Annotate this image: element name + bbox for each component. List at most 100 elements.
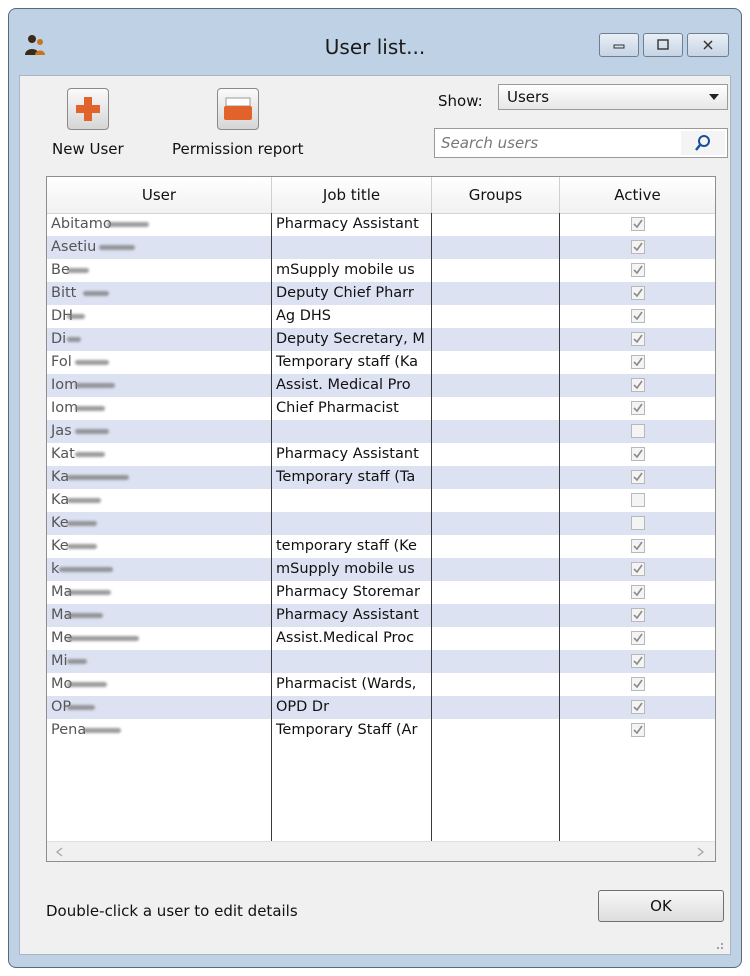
maximize-button[interactable]: [643, 33, 683, 57]
redacted-name-blur: [67, 682, 107, 687]
user-cell: Kat: [47, 443, 271, 466]
user-cell: Ke: [47, 512, 271, 535]
active-checkbox[interactable]: [631, 700, 645, 714]
groups-cell: [432, 489, 559, 512]
active-checkbox[interactable]: [631, 677, 645, 691]
user-cell: Be: [47, 259, 271, 282]
table-row[interactable]: Ke: [47, 512, 715, 535]
table-row[interactable]: Iom Chief Pharmacist: [47, 397, 715, 420]
table-row[interactable]: Pena Temporary Staff (Ar: [47, 719, 715, 742]
active-checkbox[interactable]: [631, 585, 645, 599]
new-user-button[interactable]: New User: [52, 88, 124, 158]
job-title-cell: mSupply mobile us: [276, 561, 415, 577]
user-cell: Iom: [47, 374, 271, 397]
job-title-cell: Ag DHS: [276, 308, 332, 324]
table-row[interactable]: OP OPD Dr: [47, 696, 715, 719]
search-input[interactable]: [435, 129, 687, 157]
search-button[interactable]: [681, 131, 725, 155]
active-checkbox[interactable]: [631, 631, 645, 645]
column-header-job-title[interactable]: Job title: [272, 177, 432, 213]
active-checkbox[interactable]: [631, 516, 645, 530]
table-row[interactable]: DH Ag DHS: [47, 305, 715, 328]
table-row[interactable]: Ke temporary staff (Ke: [47, 535, 715, 558]
active-checkbox[interactable]: [631, 286, 645, 300]
column-header-active[interactable]: Active: [560, 177, 715, 213]
active-checkbox[interactable]: [631, 608, 645, 622]
redacted-name-blur: [59, 567, 113, 572]
maximize-icon: [657, 39, 669, 50]
table-row[interactable]: Me Assist.Medical Proc: [47, 627, 715, 650]
active-checkbox[interactable]: [631, 355, 645, 369]
groups-cell: [432, 673, 559, 696]
close-button[interactable]: [687, 33, 729, 57]
user-name: Di: [51, 331, 67, 347]
scroll-right-button[interactable]: [693, 844, 709, 860]
user-name: Bitt: [51, 285, 77, 301]
table-row[interactable]: Ka Temporary staff (Ta: [47, 466, 715, 489]
active-checkbox[interactable]: [631, 447, 645, 461]
table-row[interactable]: k mSupply mobile us: [47, 558, 715, 581]
job-title-cell: Pharmacy Assistant: [276, 446, 419, 462]
minimize-button[interactable]: [599, 33, 639, 57]
table-row[interactable]: Iom Assist. Medical Pro: [47, 374, 715, 397]
title-bar[interactable]: User list...: [9, 9, 741, 77]
column-header-user[interactable]: User: [47, 177, 272, 213]
active-checkbox[interactable]: [631, 539, 645, 553]
groups-cell: [432, 627, 559, 650]
table-row[interactable]: Ma Pharmacy Assistant: [47, 604, 715, 627]
user-cell: Pena: [47, 719, 271, 742]
scroll-left-button[interactable]: [51, 844, 67, 860]
horizontal-scrollbar[interactable]: [47, 841, 715, 861]
table-row[interactable]: Kat Pharmacy Assistant: [47, 443, 715, 466]
column-header-groups[interactable]: Groups: [432, 177, 560, 213]
show-dropdown[interactable]: Users: [498, 84, 728, 110]
table-row[interactable]: Jas: [47, 420, 715, 443]
search-box: [434, 128, 728, 158]
active-checkbox[interactable]: [631, 332, 645, 346]
resize-grip-icon[interactable]: [712, 936, 724, 949]
active-checkbox[interactable]: [631, 240, 645, 254]
active-checkbox[interactable]: [631, 562, 645, 576]
minimize-icon: [613, 44, 625, 49]
table-row[interactable]: Mo Pharmacist (Wards,: [47, 673, 715, 696]
ok-button[interactable]: OK: [598, 890, 724, 922]
table-row[interactable]: Be mSupply mobile us: [47, 259, 715, 282]
search-icon: [695, 135, 710, 151]
groups-cell: [432, 328, 559, 351]
active-checkbox[interactable]: [631, 493, 645, 507]
active-checkbox[interactable]: [631, 378, 645, 392]
table-row[interactable]: Bitt Deputy Chief Pharr: [47, 282, 715, 305]
table-row[interactable]: Fol Temporary staff (Ka: [47, 351, 715, 374]
table-row[interactable]: Ma Pharmacy Storemar: [47, 581, 715, 604]
user-cell: OP: [47, 696, 271, 719]
user-name: Abitamo: [51, 216, 112, 232]
table-row[interactable]: Mi: [47, 650, 715, 673]
job-title-cell: Temporary staff (Ta: [276, 469, 416, 485]
active-checkbox[interactable]: [631, 424, 645, 438]
groups-cell: [432, 236, 559, 259]
active-checkbox[interactable]: [631, 309, 645, 323]
table-row[interactable]: Asetiu: [47, 236, 715, 259]
redacted-name-blur: [67, 590, 111, 595]
user-table: User Job title Groups Active Abitamo Phar…: [46, 176, 716, 862]
table-row[interactable]: Di Deputy Secretary, M: [47, 328, 715, 351]
active-checkbox[interactable]: [631, 217, 645, 231]
table-row[interactable]: Ka: [47, 489, 715, 512]
table-row[interactable]: Abitamo Pharmacy Assistant: [47, 213, 715, 236]
active-checkbox[interactable]: [631, 263, 645, 277]
status-hint: Double-click a user to edit details: [46, 902, 298, 920]
permission-report-button[interactable]: Permission report: [172, 88, 303, 158]
table-header: User Job title Groups Active: [47, 177, 715, 214]
user-cell: Abitamo: [47, 213, 271, 236]
redacted-name-blur: [67, 314, 85, 319]
job-title-cell: [272, 236, 431, 259]
job-title-cell: Pharmacy Storemar: [276, 584, 420, 600]
column-divider: [271, 213, 272, 841]
active-checkbox[interactable]: [631, 470, 645, 484]
redacted-name-blur: [67, 544, 97, 549]
active-checkbox[interactable]: [631, 654, 645, 668]
groups-cell: [432, 282, 559, 305]
user-cell: Me: [47, 627, 271, 650]
active-checkbox[interactable]: [631, 723, 645, 737]
active-checkbox[interactable]: [631, 401, 645, 415]
